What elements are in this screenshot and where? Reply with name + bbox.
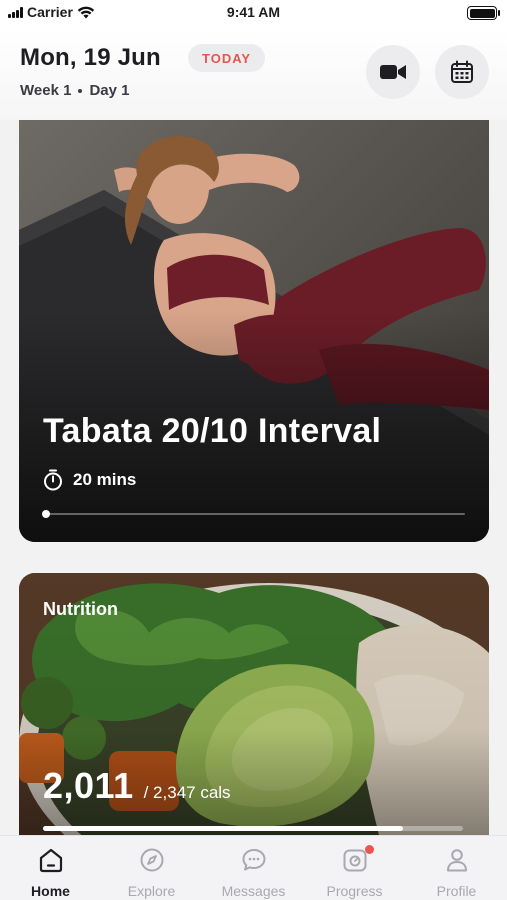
status-time: 9:41 AM [226,4,281,20]
calories-progress-track [43,826,463,831]
compass-icon [140,848,163,872]
progress-icon [343,849,366,872]
tab-home[interactable]: Home [0,845,101,899]
workout-duration-label: 20 mins [73,470,137,489]
workout-progress-track [42,510,465,518]
tab-explore[interactable]: Explore [101,845,202,899]
tab-messages[interactable]: Messages [203,845,304,899]
status-bar: Carrier 9:41 AM [0,0,507,30]
calories-consumed: 2,011 [43,765,134,806]
week-day-subtitle: Week 1 Day 1 [20,82,129,99]
calories-summary: 2,011 / 2,347 cals [43,765,231,807]
tab-profile[interactable]: Profile [406,845,507,899]
calories-goal: / 2,347 cals [143,783,231,802]
today-badge[interactable]: TODAY [188,44,266,72]
home-icon [39,848,62,873]
calendar-button[interactable] [435,45,489,99]
tab-progress[interactable]: Progress [304,845,405,899]
video-button[interactable] [366,45,420,99]
calendar-icon [451,60,473,83]
calories-progress-fill [43,826,403,831]
chat-bubble-icon [242,849,265,871]
workout-card[interactable]: Tabata 20/10 Interval 20 mins [19,120,489,542]
person-icon [446,849,467,872]
battery-icon [467,6,500,20]
tab-home-label: Home [31,883,70,899]
separator-dot [78,88,83,93]
nutrition-label: Nutrition [43,599,118,619]
tab-messages-label: Messages [221,883,286,899]
tab-profile-label: Profile [436,883,477,899]
page-title-date: Mon, 19 Jun [20,44,161,71]
notification-dot [365,845,374,854]
week-label: Week 1 [20,82,72,99]
stopwatch-icon [44,469,62,491]
header: Mon, 19 Jun TODAY Week 1 Day 1 [0,30,507,120]
tab-progress-label: Progress [326,883,383,899]
day-label: Day 1 [89,82,130,99]
workout-progress-knob [42,510,50,518]
workout-duration: 20 mins [43,469,136,491]
workout-title: Tabata 20/10 Interval [43,412,382,450]
tab-explore-label: Explore [127,883,176,899]
nutrition-card[interactable]: Nutrition 2,011 / 2,347 cals [19,573,489,835]
video-camera-icon [380,65,406,79]
tab-bar: Home Explore Messages Progress Profile [0,835,507,900]
